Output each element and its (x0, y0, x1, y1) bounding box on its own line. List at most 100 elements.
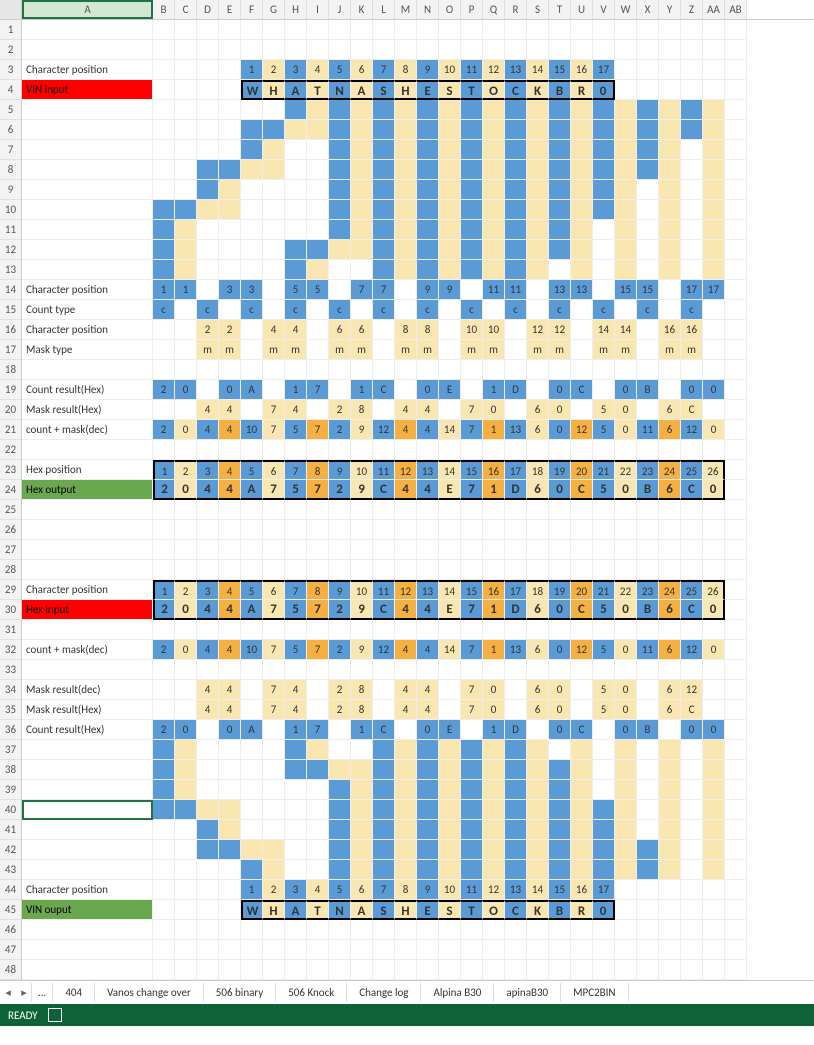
cell-Y7[interactable] (659, 140, 681, 160)
cell-I24[interactable]: 7 (307, 480, 329, 500)
col-header-Q[interactable]: Q (483, 0, 505, 19)
cell-M45[interactable]: H (395, 900, 417, 920)
cell-X35[interactable] (637, 700, 659, 720)
row-header-31[interactable]: 31 (0, 620, 22, 640)
cell-AB41[interactable] (725, 820, 747, 840)
cell-AB20[interactable] (725, 400, 747, 420)
cell-AB17[interactable] (725, 340, 747, 360)
cell-Y25[interactable] (659, 500, 681, 520)
cell-I20[interactable] (307, 400, 329, 420)
cell-F25[interactable] (241, 500, 263, 520)
cell-U46[interactable] (571, 920, 593, 940)
cell-H37[interactable] (285, 740, 307, 760)
cell-L47[interactable] (373, 940, 395, 960)
cell-S24[interactable]: 6 (527, 480, 549, 500)
cell-AA6[interactable] (703, 120, 725, 140)
cell-B38[interactable] (153, 760, 175, 780)
cell-K14[interactable]: 7 (351, 280, 373, 300)
cell-W14[interactable]: 15 (615, 280, 637, 300)
cell-D34[interactable]: 4 (197, 680, 219, 700)
cell-D46[interactable] (197, 920, 219, 940)
cell-W36[interactable]: 0 (615, 720, 637, 740)
cell-E42[interactable] (219, 840, 241, 860)
cell-N23[interactable]: 13 (417, 460, 439, 480)
cell-G1[interactable] (263, 20, 285, 40)
cell-C45[interactable] (175, 900, 197, 920)
cell-C44[interactable] (175, 880, 197, 900)
row-header-18[interactable]: 18 (0, 360, 22, 380)
cell-A47[interactable] (22, 940, 153, 960)
cell-N42[interactable] (417, 840, 439, 860)
cell-P28[interactable] (461, 560, 483, 580)
cell-Q28[interactable] (483, 560, 505, 580)
cell-T29[interactable]: 19 (549, 580, 571, 600)
cell-AA32[interactable]: 0 (703, 640, 725, 660)
cell-D41[interactable] (197, 820, 219, 840)
cell-I7[interactable] (307, 140, 329, 160)
cell-V37[interactable] (593, 740, 615, 760)
cell-S21[interactable]: 6 (527, 420, 549, 440)
cell-B19[interactable]: 2 (153, 380, 175, 400)
cell-AA34[interactable] (703, 680, 725, 700)
cell-Z26[interactable] (681, 520, 703, 540)
col-header-Y[interactable]: Y (659, 0, 681, 19)
cell-B32[interactable]: 2 (153, 640, 175, 660)
cell-R41[interactable] (505, 820, 527, 840)
cell-H18[interactable] (285, 360, 307, 380)
cell-N17[interactable]: m (417, 340, 439, 360)
cell-G30[interactable]: 7 (263, 600, 285, 620)
cell-T37[interactable] (549, 740, 571, 760)
cell-AA33[interactable] (703, 660, 725, 680)
cell-Y2[interactable] (659, 40, 681, 60)
cell-K17[interactable]: m (351, 340, 373, 360)
cell-T18[interactable] (549, 360, 571, 380)
row-header-5[interactable]: 5 (0, 100, 22, 120)
cell-X8[interactable] (637, 160, 659, 180)
cell-A28[interactable] (22, 560, 153, 580)
cell-P17[interactable]: m (461, 340, 483, 360)
cell-G2[interactable] (263, 40, 285, 60)
cell-Y17[interactable]: m (659, 340, 681, 360)
cell-R46[interactable] (505, 920, 527, 940)
cell-M34[interactable]: 4 (395, 680, 417, 700)
col-header-H[interactable]: H (285, 0, 307, 19)
cell-L8[interactable] (373, 160, 395, 180)
cell-F39[interactable] (241, 780, 263, 800)
cell-P18[interactable] (461, 360, 483, 380)
cell-Q3[interactable]: 12 (483, 60, 505, 80)
cell-T19[interactable]: 0 (549, 380, 571, 400)
cell-Z18[interactable] (681, 360, 703, 380)
cell-AB6[interactable] (725, 120, 747, 140)
cell-B1[interactable] (153, 20, 175, 40)
cell-R33[interactable] (505, 660, 527, 680)
cell-AA12[interactable] (703, 240, 725, 260)
cell-W45[interactable] (615, 900, 637, 920)
cell-J16[interactable]: 6 (329, 320, 351, 340)
cell-H6[interactable] (285, 120, 307, 140)
cell-D47[interactable] (197, 940, 219, 960)
cell-E13[interactable] (219, 260, 241, 280)
cell-I48[interactable] (307, 960, 329, 980)
cell-M5[interactable] (395, 100, 417, 120)
row-header-46[interactable]: 46 (0, 920, 22, 940)
cell-E1[interactable] (219, 20, 241, 40)
cell-O28[interactable] (439, 560, 461, 580)
cell-Y37[interactable] (659, 740, 681, 760)
cell-P9[interactable] (461, 180, 483, 200)
cell-AA5[interactable] (703, 100, 725, 120)
cell-W19[interactable]: 0 (615, 380, 637, 400)
cell-Q41[interactable] (483, 820, 505, 840)
cell-C9[interactable] (175, 180, 197, 200)
cell-R24[interactable]: D (505, 480, 527, 500)
cell-K4[interactable]: A (351, 80, 373, 100)
cell-E32[interactable]: 4 (219, 640, 241, 660)
cell-P19[interactable] (461, 380, 483, 400)
cell-P24[interactable]: 7 (461, 480, 483, 500)
cell-I28[interactable] (307, 560, 329, 580)
cell-Z15[interactable]: c (681, 300, 703, 320)
cell-P1[interactable] (461, 20, 483, 40)
col-header-X[interactable]: X (637, 0, 659, 19)
cell-T32[interactable]: 0 (549, 640, 571, 660)
cell-AA18[interactable] (703, 360, 725, 380)
cell-R13[interactable] (505, 260, 527, 280)
